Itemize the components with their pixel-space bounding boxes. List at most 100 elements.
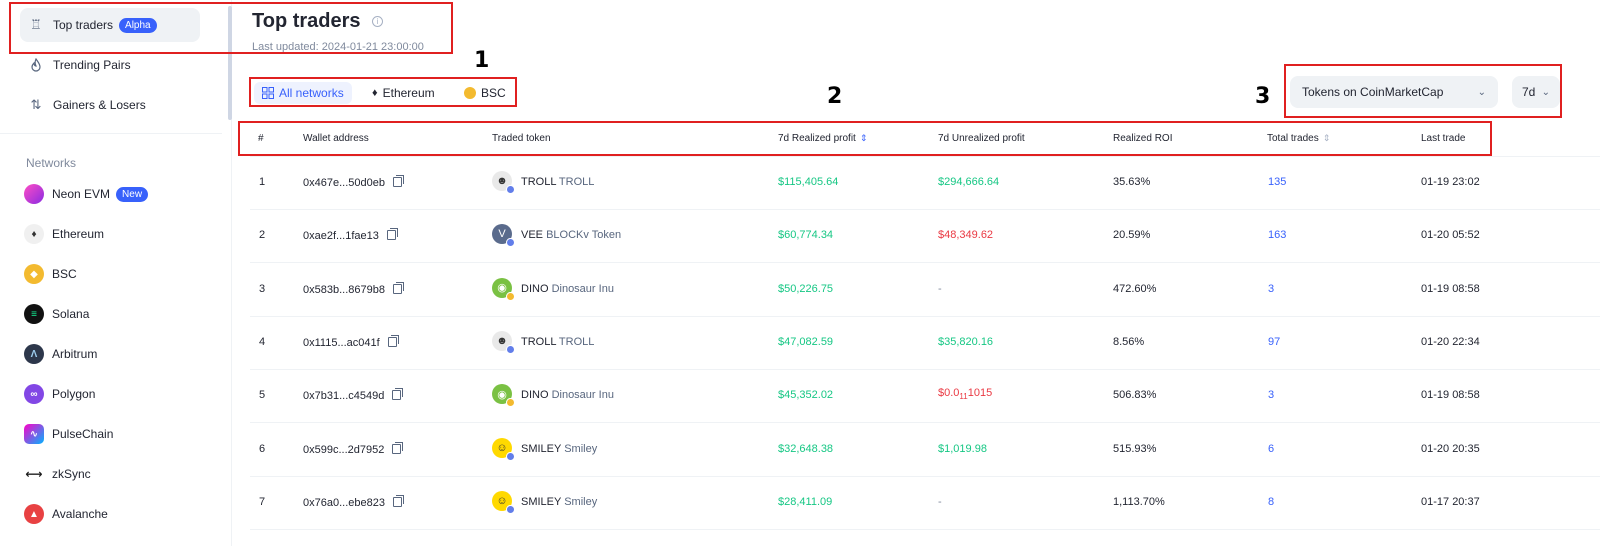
column-header-unrealized-profit: 7d Unrealized profit <box>938 133 1025 144</box>
wallet-address-text: 0x583b...8679b8 <box>303 283 385 296</box>
wallet-address-text: 0x1115...ac041f <box>303 336 380 349</box>
total-trades-link[interactable]: 6 <box>1268 443 1274 455</box>
realized-profit: $32,648.38 <box>778 442 834 455</box>
total-trades-link[interactable]: 135 <box>1268 176 1286 188</box>
traded-token[interactable]: TROLL TROLL <box>521 336 594 348</box>
wallet-address[interactable]: 0x7b31...c4549d <box>303 388 404 402</box>
traded-token[interactable]: DINO Dinosaur Inu <box>521 389 614 401</box>
total-trades-link[interactable]: 163 <box>1268 229 1286 241</box>
total-trades-link[interactable]: 8 <box>1268 496 1274 508</box>
wallet-address-text: 0xae2f...1fae13 <box>303 230 379 243</box>
sidebar-network-bsc[interactable]: ◆ BSC <box>24 262 77 286</box>
traded-token[interactable]: SMILEY Smiley <box>521 443 597 455</box>
traded-token[interactable]: TROLL TROLL <box>521 176 594 188</box>
wallet-address[interactable]: 0x583b...8679b8 <box>303 281 404 296</box>
table-row[interactable]: 4 0x1115...ac041f ☻ TROLL TROLL $47,082.59 $3… <box>250 317 1600 370</box>
tab-bsc[interactable]: BSC <box>456 82 514 104</box>
network-label: Arbitrum <box>52 347 98 361</box>
last-trade-time: 01-17 20:37 <box>1421 495 1480 508</box>
column-header-label: 7d Realized profit <box>778 133 856 144</box>
copy-icon[interactable] <box>392 281 404 294</box>
bsc-logo-icon <box>464 87 476 99</box>
sidebar-scrollbar[interactable] <box>228 6 232 120</box>
tab-all-networks[interactable]: All networks <box>254 82 352 104</box>
total-trades-link[interactable]: 3 <box>1268 283 1274 295</box>
tab-label: Ethereum <box>382 86 435 100</box>
copy-icon[interactable] <box>392 175 404 187</box>
total-trades-link[interactable]: 97 <box>1268 336 1280 348</box>
token-logo-icon: ☺ <box>492 490 515 514</box>
sidebar-item-gainers-losers[interactable]: ⇅ Gainers & Losers <box>20 88 200 122</box>
sidebar-network-neon-evm[interactable]: Neon EVM New <box>24 182 149 206</box>
table-row[interactable]: 6 0x599c...2d7952 ☺ SMILEY Smiley $32,648.38… <box>250 424 1600 477</box>
last-updated-text: Last updated: 2024-01-21 23:00:00 <box>252 41 424 53</box>
token-name: Dinosaur Inu <box>551 282 614 295</box>
table-row[interactable]: 5 0x7b31...c4549d ◉ DINO Dinosaur Inu $45,35… <box>250 370 1600 424</box>
neon-evm-logo-icon <box>24 184 44 204</box>
network-label: Ethereum <box>52 227 105 241</box>
copy-icon[interactable] <box>392 494 404 507</box>
unrealized-value: $48,349.62 <box>938 229 994 242</box>
realized-roi: 506.83% <box>1113 389 1157 402</box>
traded-token[interactable]: DINO Dinosaur Inu <box>521 283 614 295</box>
zksync-logo-icon: ⟷ <box>24 464 44 484</box>
unrealized-profit: $294,666.64 <box>938 176 999 188</box>
sidebar-network-arbitrum[interactable]: Λ Arbitrum <box>24 342 97 366</box>
rank: 5 <box>259 389 266 402</box>
column-header-wallet: Wallet address <box>303 133 369 144</box>
wallet-address[interactable]: 0x1115...ac041f <box>303 334 399 349</box>
column-header-total-trades[interactable]: Total trades ⇕ <box>1267 133 1330 144</box>
period-select[interactable]: 7d ⌄ <box>1512 76 1560 108</box>
traded-token[interactable]: SMILEY Smiley <box>521 496 597 508</box>
sidebar-network-avalanche[interactable]: ▲ Avalanche <box>24 502 108 526</box>
wallet-address[interactable]: 0x467e...50d0eb <box>303 175 404 189</box>
tab-ethereum[interactable]: ♦ Ethereum <box>364 82 443 104</box>
sort-icon: ⇕ <box>859 133 868 143</box>
copy-icon[interactable] <box>392 388 404 401</box>
unrealized-profit: - <box>938 496 942 508</box>
token-logo-icon: ☻ <box>492 330 515 354</box>
sidebar-item-label: Top traders <box>53 18 114 32</box>
sidebar-item-trending-pairs[interactable]: Trending Pairs <box>20 48 200 82</box>
token-symbol: DINO <box>521 282 549 295</box>
period-value: 7d <box>1522 85 1536 99</box>
token-source-select[interactable]: Tokens on CoinMarketCap ⌄ <box>1290 76 1498 108</box>
copy-icon[interactable] <box>392 441 404 454</box>
table-row[interactable]: 1 0x467e...50d0eb ☻ TROLL TROLL $115,405.64 $… <box>250 157 1600 210</box>
sidebar-network-ethereum[interactable]: ♦ Ethereum <box>24 222 104 246</box>
copy-icon[interactable] <box>387 334 399 347</box>
table-row[interactable]: 7 0x76a0...ebe823 ☺ SMILEY Smiley $28,411.09… <box>250 477 1600 530</box>
column-header-roi: Realized ROI <box>1113 133 1173 144</box>
column-header-realized-profit[interactable]: 7d Realized profit ⇕ <box>778 133 867 144</box>
chevron-down-icon: ⌄ <box>1477 86 1486 98</box>
sidebar-network-zksync[interactable]: ⟷ zkSync <box>24 462 91 486</box>
last-trade-time: 01-19 08:58 <box>1421 389 1480 402</box>
network-label: Solana <box>52 307 90 321</box>
info-icon[interactable]: i <box>372 16 383 27</box>
grid-icon <box>262 87 274 99</box>
realized-roi: 8.56% <box>1113 335 1145 348</box>
annotation-number-3: 3 <box>1255 84 1271 109</box>
sidebar-network-polygon[interactable]: ∞ Polygon <box>24 382 95 406</box>
annotation-number-2: 2 <box>827 84 843 109</box>
network-label: zkSync <box>52 467 91 481</box>
realized-profit: $115,405.64 <box>778 176 839 188</box>
total-trades-link[interactable]: 3 <box>1268 389 1274 401</box>
sidebar-item-top-traders[interactable]: ♖ Top traders Alpha <box>20 8 200 42</box>
realized-roi: 515.93% <box>1113 442 1157 455</box>
last-trade-time: 01-19 23:02 <box>1421 176 1480 188</box>
table-row[interactable]: 3 0x583b...8679b8 ◉ DINO Dinosaur Inu $50,22… <box>250 264 1600 317</box>
table-row[interactable]: 2 0xae2f...1fae13 V VEE BLOCKv Token $60,774… <box>250 210 1600 264</box>
sidebar-network-solana[interactable]: ≡ Solana <box>24 302 89 326</box>
traded-token[interactable]: VEE BLOCKv Token <box>521 229 621 241</box>
network-label: Avalanche <box>52 507 108 521</box>
copy-icon[interactable] <box>386 228 398 241</box>
wallet-address[interactable]: 0x76a0...ebe823 <box>303 494 404 509</box>
token-name: Smiley <box>564 495 598 508</box>
wallet-address[interactable]: 0xae2f...1fae13 <box>303 228 398 243</box>
wallet-address[interactable]: 0x599c...2d7952 <box>303 441 404 456</box>
sidebar-network-pulsechain[interactable]: ∿ PulseChain <box>24 422 113 446</box>
network-label: BSC <box>52 267 77 281</box>
last-trade-time: 01-20 05:52 <box>1421 229 1480 242</box>
sidebar-item-label: Gainers & Losers <box>53 98 146 112</box>
